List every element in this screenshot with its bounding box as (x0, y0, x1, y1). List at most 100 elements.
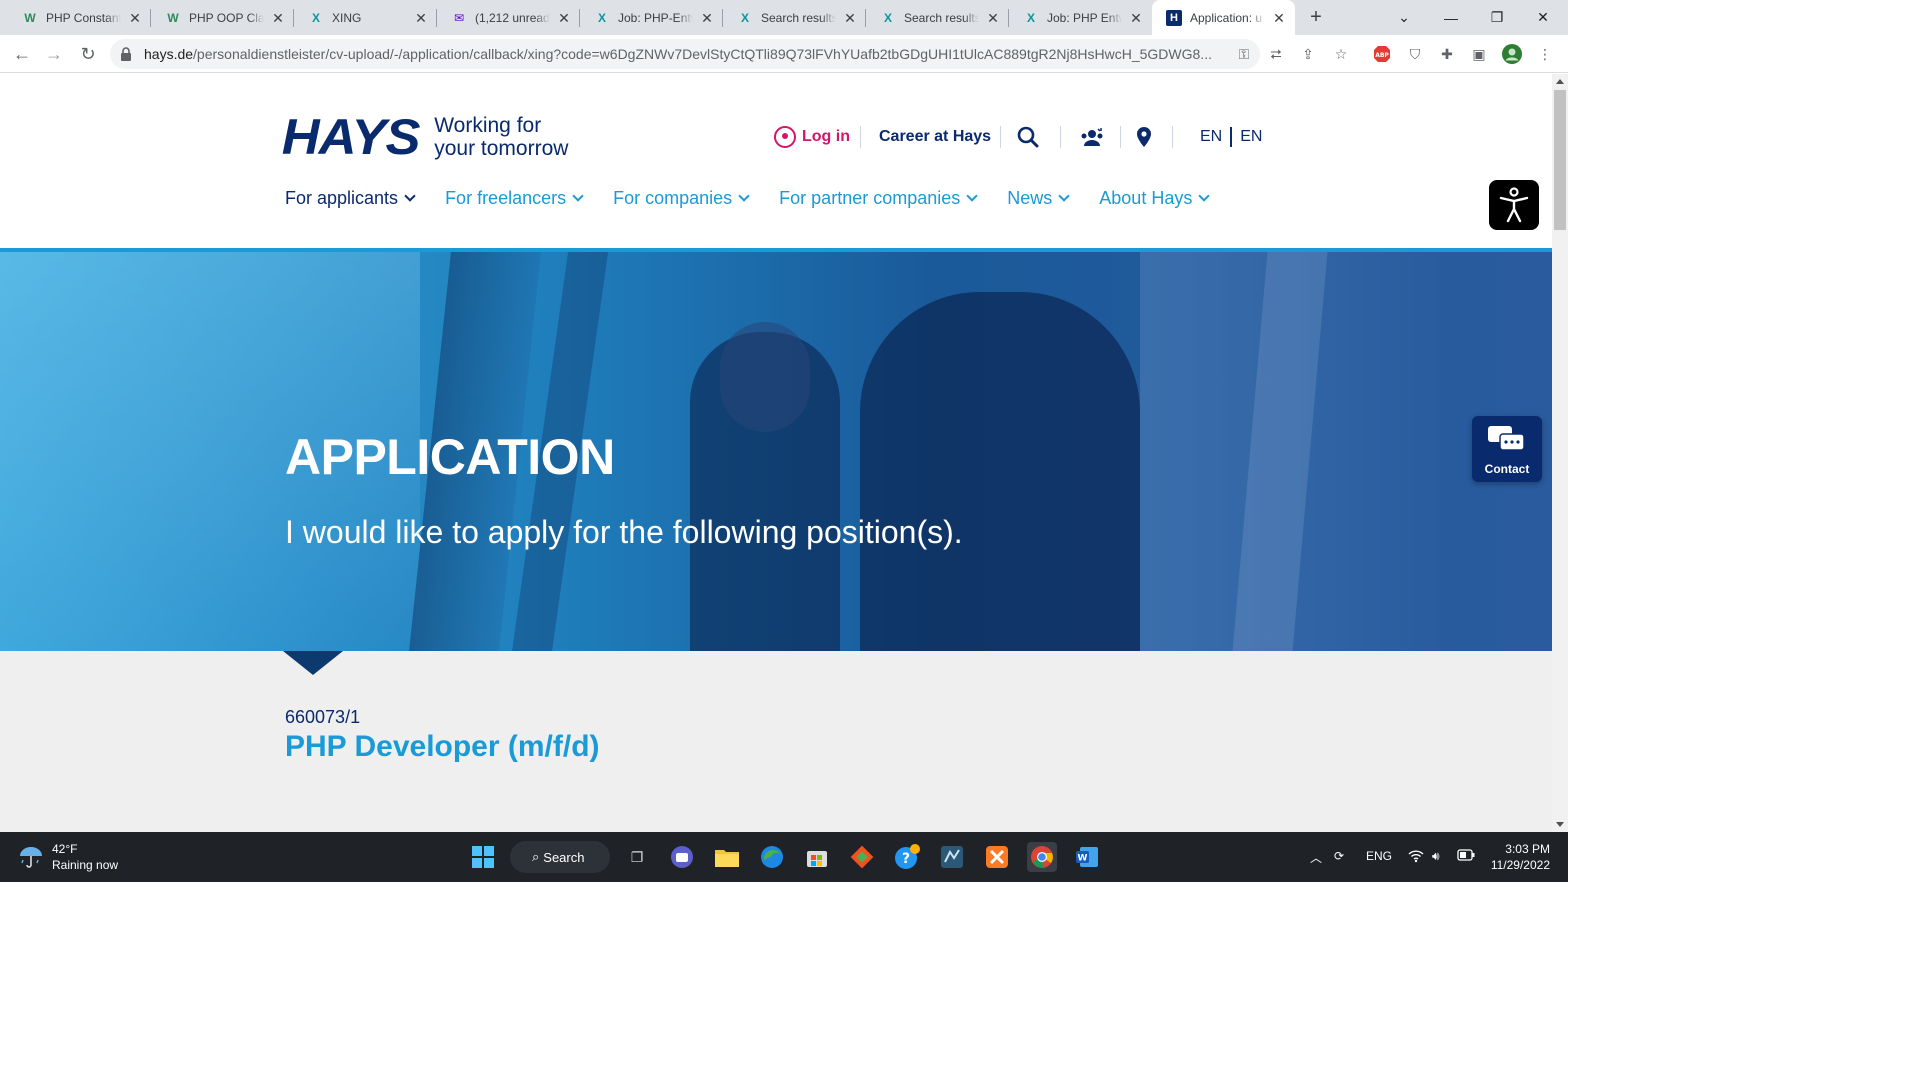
chevron-down-icon (1198, 190, 1211, 202)
nav-about-hays[interactable]: About Hays (1099, 188, 1211, 209)
xing-favicon-icon: X (597, 10, 606, 25)
job-title[interactable]: PHP Developer (m/f/d) (285, 730, 600, 764)
side-panel-icon[interactable]: ▣ (1469, 44, 1489, 64)
xing-favicon-icon: X (740, 10, 749, 25)
hero-banner: APPLICATION I would like to apply for th… (0, 248, 1552, 651)
career-link[interactable]: Career at Hays (879, 124, 991, 150)
system-clock[interactable]: 3:03 PM 11/29/2022 (1486, 841, 1550, 873)
shield-extension-icon[interactable]: ⛉ (1405, 44, 1425, 64)
xampp-icon[interactable] (982, 842, 1012, 872)
close-tab-icon[interactable]: ✕ (413, 10, 429, 26)
login-link[interactable]: Log in (774, 124, 850, 150)
chevron-down-icon (1058, 190, 1070, 202)
chevron-down-icon (572, 190, 584, 202)
scrollbar-thumb[interactable] (1554, 90, 1566, 230)
browser-tab[interactable]: X Search results ✕ (723, 0, 866, 35)
weather-widget[interactable]: 42°F Raining now (18, 841, 118, 873)
sync-icon[interactable]: ⟳ (1334, 849, 1344, 863)
share-icon[interactable]: ⇪ (1298, 44, 1318, 64)
minimize-icon[interactable]: — (1428, 0, 1474, 35)
close-tab-icon[interactable]: ✕ (985, 10, 1001, 26)
forward-icon[interactable]: → (42, 42, 66, 66)
battery-icon[interactable] (1457, 849, 1475, 864)
profile-avatar-icon[interactable] (1502, 44, 1522, 64)
nav-for-partner-companies[interactable]: For partner companies (779, 188, 978, 209)
browser-tab[interactable]: W PHP OOP Class ✕ (151, 0, 294, 35)
reload-icon[interactable]: ↻ (76, 42, 100, 66)
key-icon[interactable]: ⚿ (1234, 44, 1254, 64)
close-window-icon[interactable]: ✕ (1520, 0, 1566, 35)
close-tab-icon[interactable]: ✕ (270, 10, 286, 26)
contact-button[interactable]: Contact (1472, 416, 1542, 482)
show-hidden-icons[interactable]: ︿ (1310, 849, 1322, 866)
tab-search-icon[interactable]: ⌄ (1381, 0, 1427, 35)
word-app-icon[interactable]: W (1072, 842, 1102, 872)
w3schools-favicon-icon: W (167, 10, 179, 25)
close-tab-icon[interactable]: ✕ (1128, 10, 1144, 26)
browser-toolbar: ← → ↻ hays.de/personaldienstleister/cv-u… (0, 35, 1568, 73)
browser-tab[interactable]: X Search results ✕ (866, 0, 1009, 35)
nav-for-freelancers[interactable]: For freelancers (445, 188, 584, 209)
microsoft-store-icon[interactable] (802, 842, 832, 872)
page-scrollbar[interactable] (1552, 74, 1568, 832)
w3schools-favicon-icon: W (24, 10, 36, 25)
close-tab-icon[interactable]: ✕ (699, 10, 715, 26)
hays-logo[interactable]: HAYS Working for your tomorrow (282, 108, 569, 166)
browser-menu-icon[interactable]: ⋮ (1535, 44, 1555, 64)
chevron-down-icon (966, 190, 978, 202)
address-bar[interactable]: hays.de/personaldienstleister/cv-upload/… (110, 39, 1260, 69)
xing-favicon-icon: X (883, 10, 892, 25)
back-icon[interactable]: ← (10, 42, 34, 66)
language-switcher[interactable]: EN EN (1200, 124, 1262, 150)
edge-browser-icon[interactable] (757, 842, 787, 872)
browser-tab[interactable]: X Job: PHP-Entw ✕ (580, 0, 723, 35)
mysql-workbench-icon[interactable] (937, 842, 967, 872)
nav-news[interactable]: News (1007, 188, 1070, 209)
browser-tab-active[interactable]: H Application: u ✕ (1152, 0, 1295, 35)
close-tab-icon[interactable]: ✕ (556, 10, 572, 26)
chevron-down-icon (738, 190, 750, 202)
bookmark-star-icon[interactable]: ☆ (1331, 44, 1351, 64)
adblock-icon[interactable]: ABP (1372, 44, 1392, 64)
restore-icon[interactable]: ❐ (1474, 0, 1520, 35)
teams-chat-icon[interactable] (667, 842, 697, 872)
user-group-icon[interactable] (1080, 124, 1104, 150)
lock-icon (120, 47, 134, 61)
new-tab-button[interactable]: + (1304, 6, 1328, 30)
nav-for-applicants[interactable]: For applicants (285, 188, 416, 209)
task-view-icon[interactable]: ❐ (622, 842, 652, 872)
translate-icon[interactable]: ⮂ (1266, 44, 1286, 64)
position-section (0, 651, 1552, 832)
browser-tab[interactable]: W PHP Constants ✕ (8, 0, 151, 35)
logo-tagline: Working for your tomorrow (434, 114, 569, 160)
input-language[interactable]: ENG (1366, 849, 1392, 863)
svg-text:ABP: ABP (1375, 52, 1389, 59)
yahoo-mail-favicon-icon: ✉ (453, 10, 465, 25)
close-tab-icon[interactable]: ✕ (127, 10, 143, 26)
git-app-icon[interactable] (847, 842, 877, 872)
chrome-browser-icon[interactable] (1027, 842, 1057, 872)
windows-taskbar: 42°F Raining now ⌕ Search ❐ ? W ︿ ⟳ ENG 🔊︎ (0, 832, 1568, 882)
extensions-puzzle-icon[interactable]: ✚ (1437, 44, 1457, 64)
windows-start-icon[interactable] (468, 842, 498, 872)
accessibility-button[interactable] (1489, 180, 1539, 230)
search-icon[interactable] (1017, 124, 1039, 150)
wifi-icon[interactable] (1408, 849, 1424, 866)
xing-favicon-icon: X (1026, 10, 1035, 25)
help-app-icon[interactable]: ? (892, 842, 922, 872)
hero-title: APPLICATION (285, 429, 615, 485)
section-notch (283, 651, 343, 675)
file-explorer-icon[interactable] (712, 842, 742, 872)
browser-tab[interactable]: X XING ✕ (294, 0, 437, 35)
volume-icon[interactable]: 🔊︎ (1432, 849, 1440, 864)
close-tab-icon[interactable]: ✕ (1271, 10, 1287, 26)
browser-tab[interactable]: X Job: PHP Entw ✕ (1009, 0, 1152, 35)
user-icon (774, 126, 796, 148)
browser-tab-strip: W PHP Constants ✕ W PHP OOP Class ✕ X XI… (0, 0, 1568, 35)
browser-tab[interactable]: ✉ (1,212 unread) ✕ (437, 0, 580, 35)
close-tab-icon[interactable]: ✕ (842, 10, 858, 26)
search-icon: ⌕ (532, 849, 540, 864)
location-pin-icon[interactable] (1136, 124, 1152, 150)
nav-for-companies[interactable]: For companies (613, 188, 750, 209)
taskbar-search[interactable]: ⌕ Search (510, 841, 610, 873)
